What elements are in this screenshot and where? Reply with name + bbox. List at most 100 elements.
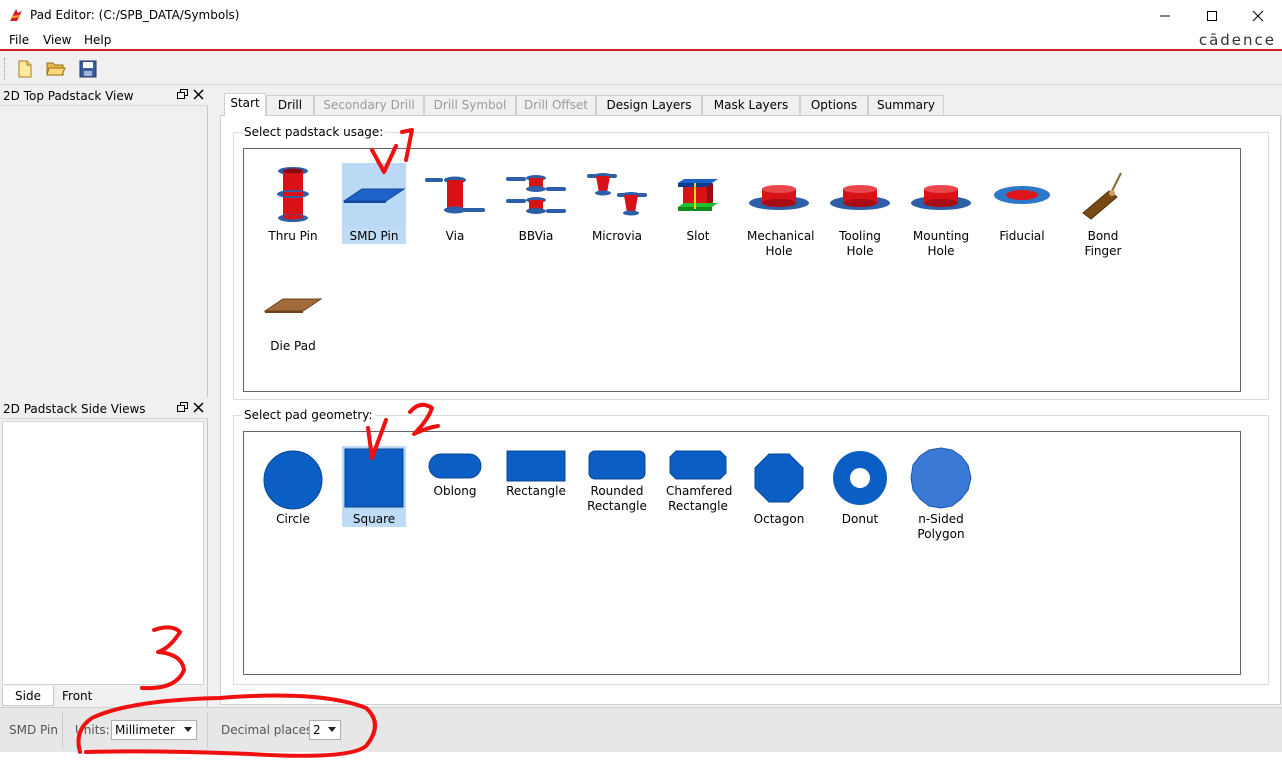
usage-bond-finger[interactable]: Bond Finger [1071, 163, 1135, 259]
padstack-editor-main: Start Drill Secondary Drill Drill Symbol… [220, 93, 1281, 705]
open-folder-button[interactable] [44, 57, 68, 81]
usage-slot[interactable]: Slot [666, 163, 730, 244]
tab-drill[interactable]: Drill [266, 95, 314, 115]
usage-label: Thru Pin [268, 229, 318, 243]
side-views-dock: 2D Padstack Side Views Side Front [0, 399, 208, 707]
pad-editor-window: Pad Editor: (C:/SPB_DATA/Symbols) File V… [0, 0, 1282, 761]
pad-geometry-group: Select pad geometry: Circle Square Oblon… [233, 408, 1269, 685]
usage-label: Via [445, 229, 465, 243]
dock-title: 2D Top Padstack View [3, 89, 134, 103]
usage-label: Slot [686, 229, 710, 243]
usage-fiducial[interactable]: Fiducial [990, 163, 1054, 244]
save-icon [79, 60, 97, 78]
usage-via[interactable]: Via [423, 163, 487, 244]
usage-die-pad[interactable]: Die Pad [261, 273, 325, 354]
dock-title: 2D Padstack Side Views [3, 402, 146, 416]
chevron-down-icon [184, 727, 192, 732]
mechanical-hole-icon [749, 185, 809, 210]
usage-thru-pin[interactable]: Thru Pin [261, 163, 325, 244]
tab-mask-layers[interactable]: Mask Layers [702, 95, 800, 115]
float-dock-button[interactable] [176, 402, 189, 415]
close-dock-button[interactable] [192, 402, 205, 415]
tab-drill-symbol[interactable]: Drill Symbol [424, 95, 516, 115]
slot-icon [678, 179, 718, 211]
title-bar: Pad Editor: (C:/SPB_DATA/Symbols) [0, 0, 1282, 31]
usage-mounting-hole[interactable]: Mounting Hole [909, 163, 973, 259]
n-sided-polygon-pad-icon [910, 447, 972, 509]
padstack-usage-title: Select padstack usage: [242, 125, 386, 139]
tab-start[interactable]: Start [224, 93, 266, 116]
geometry-label: Rounded Rectangle [587, 484, 647, 513]
float-dock-button[interactable] [176, 89, 189, 102]
status-separator [207, 712, 208, 748]
usage-tooling-hole[interactable]: Tooling Hole [828, 163, 892, 259]
window-title: Pad Editor: (C:/SPB_DATA/Symbols) [30, 8, 240, 22]
geometry-rounded-rectangle[interactable]: Rounded Rectangle [585, 446, 649, 514]
save-button[interactable] [76, 57, 100, 81]
geometry-label: Rectangle [506, 484, 566, 498]
minimize-icon [1160, 15, 1170, 16]
usage-bbvia[interactable]: BBVia [504, 163, 568, 244]
usage-label: Mounting Hole [912, 229, 970, 258]
rounded-rectangle-pad-icon [588, 450, 646, 480]
tab-drill-offset[interactable]: Drill Offset [516, 95, 596, 115]
units-label: Units: [75, 723, 110, 737]
mounting-hole-icon [911, 185, 971, 210]
tab-secondary-drill[interactable]: Secondary Drill [314, 95, 424, 115]
minimize-button[interactable] [1142, 0, 1188, 31]
tooling-hole-icon [830, 185, 890, 210]
close-icon [193, 89, 204, 100]
bond-finger-icon [1082, 172, 1122, 220]
microvia-icon [587, 173, 647, 216]
fiducial-icon [994, 186, 1050, 204]
menu-view[interactable]: View [43, 33, 71, 47]
geometry-square[interactable]: Square [342, 446, 406, 527]
close-icon [1252, 10, 1264, 21]
tab-bar: Start Drill Secondary Drill Drill Symbol… [220, 93, 1281, 116]
geometry-n-sided-polygon[interactable]: n-Sided Polygon [909, 446, 973, 542]
decimal-places-select[interactable]: 2 [309, 720, 341, 740]
geometry-circle[interactable]: Circle [261, 446, 325, 527]
menu-bar: File View Help cādence [0, 31, 1282, 51]
tab-front[interactable]: Front [50, 686, 104, 706]
smd-pin-icon [342, 188, 406, 203]
close-button[interactable] [1235, 0, 1281, 31]
menu-file[interactable]: File [9, 33, 29, 47]
tab-summary[interactable]: Summary [868, 95, 944, 115]
square-pad-icon [344, 448, 404, 508]
geometry-donut[interactable]: Donut [828, 446, 892, 527]
geometry-chamfered-rectangle[interactable]: Chamfered Rectangle [666, 446, 732, 514]
donut-pad-icon [833, 451, 887, 505]
decimal-places-value: 2 [313, 723, 321, 737]
geometry-oblong[interactable]: Oblong [423, 446, 487, 499]
status-bar: SMD Pin Units: Millimeter Decimal places… [0, 707, 1282, 752]
usage-smd-pin[interactable]: SMD Pin [342, 163, 406, 244]
units-select[interactable]: Millimeter [111, 720, 197, 740]
octagon-pad-icon [754, 453, 804, 503]
geometry-octagon[interactable]: Octagon [747, 446, 811, 527]
menu-help[interactable]: Help [84, 33, 111, 47]
new-file-button[interactable] [13, 57, 37, 81]
tab-side[interactable]: Side [2, 686, 54, 706]
geometry-label: Donut [841, 512, 879, 526]
decimal-places-label: Decimal places: [221, 723, 317, 737]
die-pad-icon [263, 298, 323, 313]
usage-label: Die Pad [270, 339, 316, 353]
rectangle-pad-icon [506, 450, 566, 482]
tab-options[interactable]: Options [800, 95, 868, 115]
dock-header: 2D Top Padstack View [0, 86, 208, 106]
toolbar-grip[interactable] [4, 58, 6, 80]
circle-pad-icon [263, 450, 323, 510]
close-dock-button[interactable] [192, 89, 205, 102]
via-icon [425, 176, 485, 214]
status-separator [62, 712, 63, 748]
chevron-down-icon [328, 727, 336, 732]
maximize-button[interactable] [1189, 0, 1235, 31]
thru-pin-icon [277, 167, 309, 222]
geometry-rectangle[interactable]: Rectangle [504, 446, 568, 499]
usage-mechanical-hole[interactable]: Mechanical Hole [747, 163, 815, 259]
start-tab-panel: Select padstack usage: Thru Pin SMD Pin … [220, 115, 1281, 705]
dock-header: 2D Padstack Side Views [0, 399, 208, 419]
tab-design-layers[interactable]: Design Layers [596, 95, 702, 115]
usage-microvia[interactable]: Microvia [585, 163, 649, 244]
